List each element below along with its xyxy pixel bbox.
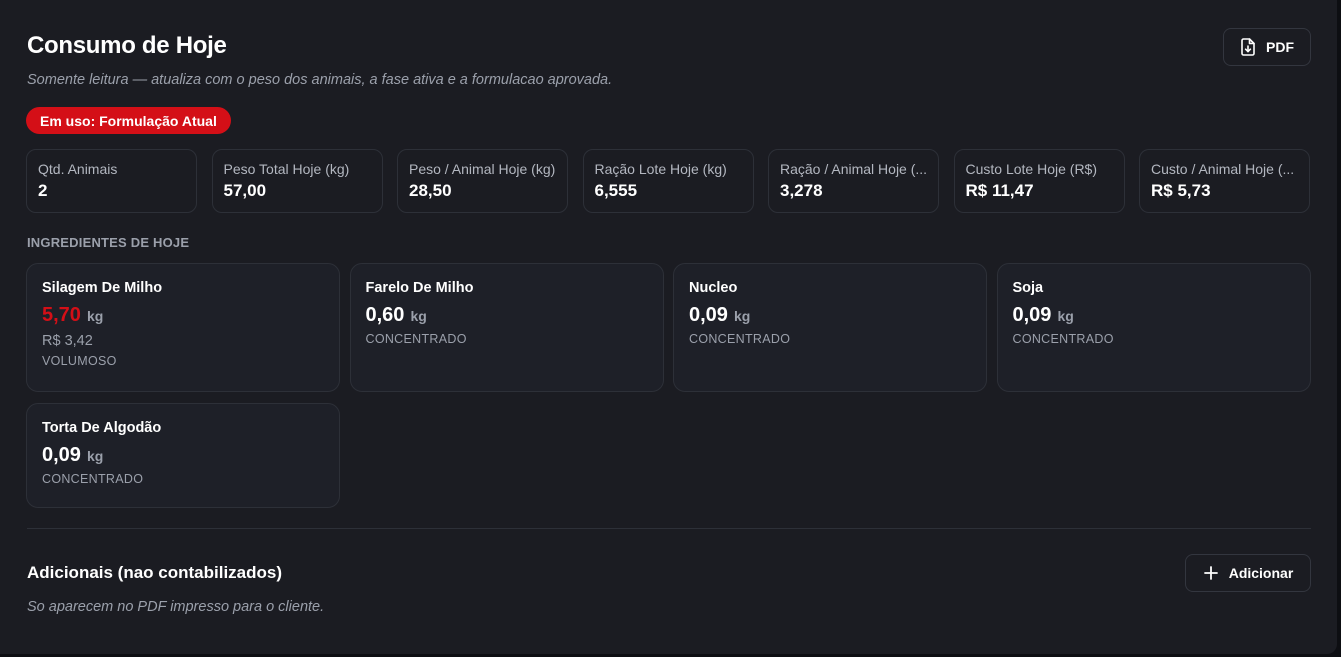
additional-title: Adicionais (nao contabilizados) xyxy=(27,563,283,582)
stat-label: Qtd. Animais xyxy=(38,161,118,177)
badge-label: Em uso: Formulação Atual xyxy=(40,112,217,129)
stat-value: 28,50 xyxy=(409,181,452,200)
stat-value: 6,555 xyxy=(594,181,638,200)
page-subtitle: Somente leitura — atualiza com o peso do… xyxy=(27,72,613,88)
ingredient-quantity: 5,70 kg xyxy=(42,304,324,327)
ingredient-qty-value: 0,60 xyxy=(365,304,405,326)
ingredient-card: Farelo De Milho 0,60 kg CONCENTRADO xyxy=(349,263,664,392)
stat-label: Ração / Animal Hoje (... xyxy=(780,161,928,177)
stat-value: 2 xyxy=(38,181,48,200)
stat-label: Peso / Animal Hoje (kg) xyxy=(409,161,556,177)
ingredient-name: Soja xyxy=(1012,280,1044,296)
ingredient-category: CONCENTRADO xyxy=(42,472,144,486)
ingredient-card: Silagem De Milho 5,70 kg R$ 3,42 VOLUMOS… xyxy=(26,263,340,392)
stat-card-animal-count: Qtd. Animais 2 xyxy=(26,149,197,213)
ingredient-qty-value: 0,09 xyxy=(689,304,728,326)
stat-value: R$ 11,47 xyxy=(965,181,1034,200)
ingredient-unit: kg xyxy=(86,448,104,464)
file-download-icon xyxy=(1241,38,1255,56)
pdf-button-label: PDF xyxy=(1266,39,1294,55)
pdf-button[interactable]: PDF xyxy=(1223,28,1311,66)
additional-subtitle: So aparecem no PDF impresso para o clien… xyxy=(27,599,325,615)
ingredient-category: VOLUMOSO xyxy=(42,354,117,368)
stat-card-weight-per-animal: Peso / Animal Hoje (kg) 28,50 xyxy=(397,149,568,213)
stat-card-cost-per-animal: Custo / Animal Hoje (... R$ 5,73 xyxy=(1139,149,1310,213)
ingredient-unit: kg xyxy=(733,308,751,324)
stat-label: Peso Total Hoje (kg) xyxy=(223,161,350,177)
ingredient-quantity: 0,60 kg xyxy=(366,304,648,327)
add-button[interactable]: Adicionar xyxy=(1185,554,1311,592)
ingredient-card: Torta De Algodão 0,09 kg CONCENTRADO xyxy=(26,403,340,508)
ingredient-category: CONCENTRADO xyxy=(365,332,467,346)
plus-icon xyxy=(1203,566,1218,580)
ingredient-card: Soja 0,09 kg CONCENTRADO xyxy=(996,263,1311,392)
ingredient-category: CONCENTRADO xyxy=(689,332,791,346)
add-button-label: Adicionar xyxy=(1228,565,1294,581)
ingredient-qty-value: 5,70 xyxy=(42,304,81,326)
stat-card-feed-per-animal: Ração / Animal Hoje (... 3,278 xyxy=(768,149,939,213)
ingredient-qty-value: 0,09 xyxy=(42,444,81,466)
ingredient-qty-value: 0,09 xyxy=(1012,304,1052,326)
stat-value: 3,278 xyxy=(780,181,823,200)
ingredient-unit: kg xyxy=(410,308,427,324)
ingredient-quantity: 0,09 kg xyxy=(1013,304,1295,327)
ingredient-name: Silagem De Milho xyxy=(42,280,163,296)
ingredient-quantity: 0,09 kg xyxy=(42,444,324,467)
ingredient-name: Farelo De Milho xyxy=(365,280,474,296)
ingredient-cost: R$ 3,42 xyxy=(42,333,93,349)
active-formulation-badge: Em uso: Formulação Atual xyxy=(26,107,231,134)
consumption-panel: Consumo de Hoje Somente leitura — atuali… xyxy=(0,0,1337,654)
stat-label: Custo Lote Hoje (R$) xyxy=(965,161,1098,177)
stat-value: 57,00 xyxy=(223,181,267,200)
stat-card-total-weight: Peso Total Hoje (kg) 57,00 xyxy=(211,149,383,213)
ingredient-quantity: 0,09 kg xyxy=(689,304,971,327)
ingredient-name: Torta De Algodão xyxy=(42,420,162,436)
ingredient-card: Nucleo 0,09 kg CONCENTRADO xyxy=(673,263,987,392)
ingredient-unit: kg xyxy=(86,308,104,324)
stat-label: Custo / Animal Hoje (... xyxy=(1151,161,1295,177)
ingredient-category: CONCENTRADO xyxy=(1012,332,1114,346)
ingredient-name: Nucleo xyxy=(689,280,738,296)
ingredient-unit: kg xyxy=(1057,308,1074,324)
stat-card-batch-cost: Custo Lote Hoje (R$) R$ 11,47 xyxy=(953,149,1125,213)
page-title: Consumo de Hoje xyxy=(27,32,227,59)
stat-label: Ração Lote Hoje (kg) xyxy=(594,161,727,177)
ingredients-heading: INGREDIENTES DE HOJE xyxy=(27,235,190,250)
stat-card-batch-feed: Ração Lote Hoje (kg) 6,555 xyxy=(582,149,754,213)
stat-value: R$ 5,73 xyxy=(1151,181,1211,200)
section-divider xyxy=(27,528,1311,529)
